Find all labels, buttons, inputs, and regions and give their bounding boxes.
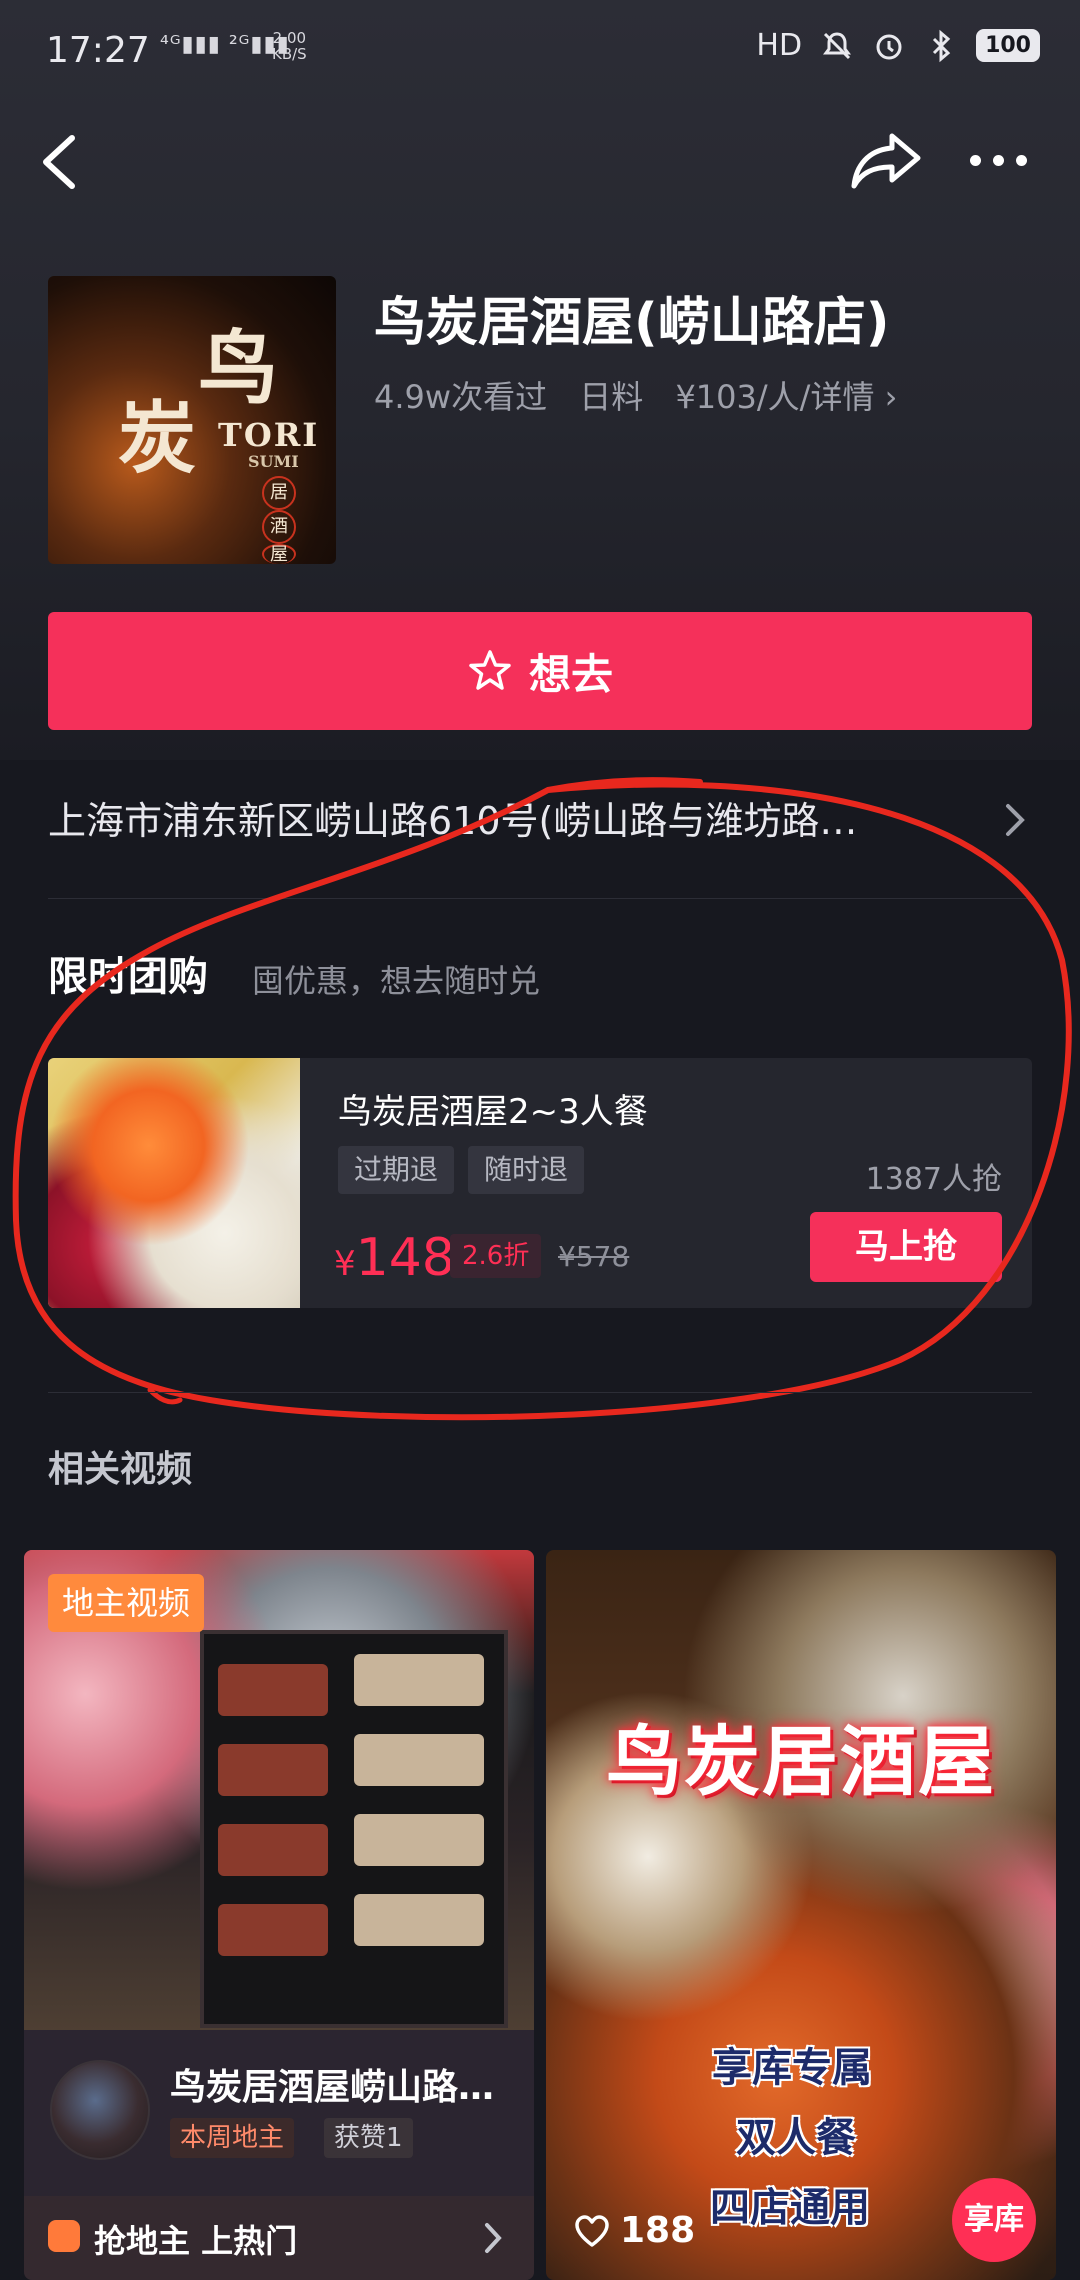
fire-icon — [48, 2220, 80, 2252]
share-icon[interactable] — [848, 130, 924, 192]
divider — [48, 1392, 1032, 1393]
deal-price-value: 148 — [355, 1228, 455, 1288]
want-to-go-button[interactable]: 想去 — [48, 612, 1032, 730]
grab-now-button[interactable]: 马上抢 — [810, 1212, 1002, 1282]
divider — [48, 898, 1032, 899]
status-time: 17:27 — [46, 30, 150, 71]
bluetooth-icon — [933, 29, 951, 62]
speed-unit: KB/S — [272, 45, 307, 63]
menu-board-image — [200, 1630, 508, 2028]
related-videos-title: 相关视频 — [48, 1449, 193, 1490]
hot-label: 抢地主 上热门 — [94, 2222, 298, 2260]
want-to-go-label: 想去 — [528, 649, 613, 699]
video-title: 鸟炭居酒屋崂山路… — [170, 2067, 495, 2108]
likes-chip: 获赞1 — [324, 2118, 413, 2158]
video-card[interactable]: 鸟炭居酒屋 享库专属 双人餐 四店通用 188 享库 — [546, 1550, 1056, 2280]
battery-icon: 100 — [976, 29, 1040, 62]
deal-name: 鸟炭居酒屋2~3人餐 — [338, 1092, 648, 1132]
status-bar: 17:27 ⁴ᴳ▮▮▮ ²ᴳ▮▮▮ 2.00 KB/S HD 100 — [0, 0, 1080, 110]
top-bar — [0, 110, 1080, 210]
avatar[interactable] — [50, 2060, 150, 2160]
shop-price-detail-link[interactable]: ¥103/人/详情 › — [675, 378, 897, 416]
deal-tag: 随时退 — [468, 1146, 585, 1194]
deal-price-currency: ¥ — [334, 1244, 356, 1284]
shop-meta: 4.9w次看过 日料 ¥103/人/详情 › — [374, 372, 919, 418]
speed-value: 2.00 — [272, 29, 307, 47]
logo-glyph-bird: 鸟 — [198, 321, 278, 415]
logo-tori: TORI — [218, 416, 320, 454]
deal-section-title: 限时团购 — [48, 954, 208, 1000]
logo-seal-1: 居 — [262, 476, 296, 510]
shop-logo: 鸟 炭 TORI SUMI 居 酒 屋 — [48, 276, 336, 564]
network-signal-icon: ⁴ᴳ▮▮▮ ²ᴳ▮▮▮ — [160, 32, 290, 57]
logo-sumi: SUMI — [248, 452, 299, 471]
video-likes[interactable]: 188 — [574, 2210, 695, 2251]
landlord-video-badge: 地主视频 — [48, 1574, 205, 1632]
video-caption-line: 双人餐 — [736, 2115, 856, 2161]
status-right: HD 100 — [756, 28, 1040, 63]
mute-icon — [823, 31, 852, 59]
hd-indicator: HD — [756, 28, 803, 63]
video-caption-line: 享库专属 — [712, 2045, 872, 2091]
deal-original-price: ¥578 — [558, 1240, 630, 1273]
alarm-icon — [876, 34, 902, 59]
shop-views: 4.9w次看过 — [374, 378, 548, 416]
logo-seal-2: 酒 — [262, 510, 296, 544]
chevron-right-icon[interactable] — [1002, 800, 1028, 840]
likes-count: 188 — [620, 2210, 696, 2251]
deal-grab-count: 1387人抢 — [865, 1162, 1002, 1197]
brand-logo: 享库 — [952, 2178, 1036, 2262]
star-icon — [469, 650, 511, 690]
deal-section-subtitle: 囤优惠，想去随时兑 — [252, 962, 541, 1000]
shop-cuisine: 日料 — [579, 378, 644, 416]
chevron-right-icon — [485, 2223, 502, 2253]
video-info: 鸟炭居酒屋崂山路… 本周地主 获赞1 — [24, 2030, 534, 2196]
logo-glyph-charcoal: 炭 — [118, 393, 197, 484]
deal-discount-badge: 2.6折 — [450, 1234, 542, 1278]
back-icon[interactable] — [36, 132, 86, 192]
video-thumbnail — [546, 1550, 1056, 2280]
shop-address[interactable]: 上海市浦东新区崂山路610号(崂山路与潍坊路… — [48, 790, 928, 845]
more-icon[interactable] — [970, 148, 1040, 172]
deal-image — [48, 1058, 300, 1308]
video-caption-line: 四店通用 — [710, 2185, 870, 2231]
deal-price: ¥148 — [334, 1228, 455, 1288]
shop-name: 鸟炭居酒屋(崂山路店) — [374, 293, 890, 353]
hot-bar[interactable]: 抢地主 上热门 — [24, 2196, 534, 2280]
deal-card[interactable]: 鸟炭居酒屋2~3人餐 过期退 随时退 1387人抢 ¥148 2.6折 ¥578… — [48, 1058, 1032, 1308]
deal-tag: 过期退 — [338, 1146, 455, 1194]
video-headline: 鸟炭居酒屋 — [606, 1717, 996, 1806]
heart-icon — [575, 2214, 609, 2247]
network-speed: 2.00 KB/S — [272, 30, 307, 62]
video-card[interactable]: 地主视频 鸟炭居酒屋崂山路… 本周地主 获赞1 抢地主 上热门 — [24, 1550, 534, 2280]
weekly-landlord-chip: 本周地主 — [170, 2118, 295, 2158]
logo-seal-3: 屋 — [262, 544, 296, 564]
